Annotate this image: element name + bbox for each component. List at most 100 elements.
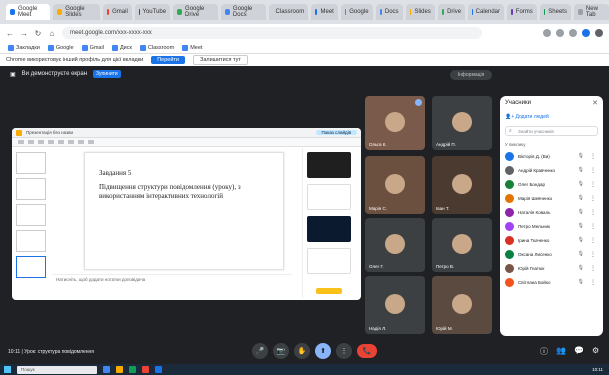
participant-video-tile[interactable]: Олег Г. xyxy=(365,218,425,272)
chat-icon[interactable]: 💬 xyxy=(574,346,584,357)
slide-thumbnail[interactable] xyxy=(16,204,46,226)
home-icon[interactable]: ⌂ xyxy=(48,29,56,38)
participant-search-input[interactable]: ⌕ Знайти учасників xyxy=(505,126,598,136)
participant-row[interactable]: Марія Шевченко 🎙 ⋮ xyxy=(505,193,598,203)
more-options-icon[interactable]: ⋮ xyxy=(590,279,596,286)
chrome-icon[interactable] xyxy=(103,366,110,373)
more-options-icon[interactable]: ⋮ xyxy=(590,265,596,272)
participant-row[interactable]: Оксана Лисенко 🎙 ⋮ xyxy=(505,249,598,259)
toolbar-tool[interactable] xyxy=(78,140,84,144)
bookmark-item[interactable]: Диск xyxy=(111,44,132,51)
participant-row[interactable]: Вікторія Д. (Ви) 🎙 ⋮ xyxy=(505,151,598,161)
bookmark-item[interactable]: Meet xyxy=(182,44,202,51)
infobar-secondary-button[interactable]: Залишитися тут xyxy=(193,55,248,65)
extension-icon[interactable] xyxy=(556,29,564,37)
browser-tab[interactable]: Sheets xyxy=(539,4,571,20)
browser-tab[interactable]: Classroom xyxy=(268,4,309,20)
participant-video-tile[interactable]: Надія Л. xyxy=(365,276,425,334)
more-options-icon[interactable]: ⋮ xyxy=(590,195,596,202)
browser-tab[interactable]: Google Slides xyxy=(53,4,101,20)
theme-option[interactable] xyxy=(307,216,351,242)
mic-muted-icon[interactable]: 🎙 xyxy=(578,251,584,257)
theme-option[interactable] xyxy=(307,248,351,274)
bookmark-item[interactable]: Classroom xyxy=(139,44,174,51)
browser-tab[interactable]: Drive xyxy=(437,4,466,20)
infobar-primary-button[interactable]: Перейти xyxy=(151,56,185,64)
close-icon[interactable]: ✕ xyxy=(592,99,598,107)
microphone-button[interactable]: 🎤 xyxy=(252,343,268,359)
mic-muted-icon[interactable]: 🎙 xyxy=(578,153,584,159)
browser-tab[interactable]: Google Docs xyxy=(220,4,266,20)
browser-tab[interactable]: New Tab xyxy=(573,4,609,20)
app-icon[interactable] xyxy=(155,366,162,373)
toolbar-tool[interactable] xyxy=(28,140,34,144)
leave-call-button[interactable]: 📞 xyxy=(357,344,377,358)
meeting-info-pill[interactable]: Інформація xyxy=(450,70,492,80)
bookmark-item[interactable]: Закладки xyxy=(8,44,40,51)
windows-start-icon[interactable] xyxy=(4,366,11,373)
speaker-notes[interactable]: Натисніть, щоб додати нотатки доповідача xyxy=(52,274,292,286)
participant-video-tile[interactable]: Петро В. xyxy=(432,218,492,272)
theme-option[interactable] xyxy=(307,184,351,210)
toolbar-tool[interactable] xyxy=(18,140,24,144)
forward-icon[interactable]: → xyxy=(20,29,28,38)
browser-tab[interactable]: Forms xyxy=(507,4,537,20)
slide-thumbnail[interactable] xyxy=(16,230,46,252)
toolbar-tool[interactable] xyxy=(48,140,54,144)
extension-icon[interactable] xyxy=(569,29,577,37)
more-options-icon[interactable]: ⋮ xyxy=(590,209,596,216)
people-icon[interactable]: 👥 xyxy=(556,346,566,357)
participant-row[interactable]: Світлана Бойко 🎙 ⋮ xyxy=(505,277,598,287)
activities-icon[interactable]: ⚙ xyxy=(592,346,599,357)
mic-muted-icon[interactable]: 🎙 xyxy=(578,237,584,243)
more-options-icon[interactable]: ⋮ xyxy=(590,153,596,160)
mic-muted-icon[interactable]: 🎙 xyxy=(578,195,584,201)
toolbar-tool[interactable] xyxy=(38,140,44,144)
browser-tab[interactable]: Google Drive xyxy=(173,4,218,20)
participant-video-tile[interactable]: Юрій М. xyxy=(432,276,492,334)
toolbar-tool[interactable] xyxy=(68,140,74,144)
more-options-button[interactable]: ⋮ xyxy=(336,343,352,359)
more-options-icon[interactable]: ⋮ xyxy=(590,237,596,244)
participant-row[interactable]: Юрій Гнатюк 🎙 ⋮ xyxy=(505,263,598,273)
browser-tab[interactable]: Slides xyxy=(405,4,435,20)
app-icon[interactable] xyxy=(142,366,149,373)
browser-tab[interactable]: Meet xyxy=(311,4,338,20)
slide-body-text[interactable]: Підвищення структури повідомлення (уроку… xyxy=(99,183,269,200)
bookmark-item[interactable]: Google xyxy=(47,44,74,51)
import-theme-button[interactable] xyxy=(316,288,342,294)
raise-hand-button[interactable]: ✋ xyxy=(294,343,310,359)
slide-thumbnail-selected[interactable] xyxy=(16,256,46,278)
browser-tab[interactable]: Google Meet xyxy=(6,4,51,20)
presentation-title[interactable]: Презентація без назви xyxy=(26,130,73,135)
profile-avatar[interactable] xyxy=(582,29,590,37)
more-options-icon[interactable]: ⋮ xyxy=(590,251,596,258)
slide-heading[interactable]: Завдання 5 xyxy=(99,169,131,177)
browser-tab[interactable]: YouTube xyxy=(134,4,171,20)
theme-option[interactable] xyxy=(307,152,351,178)
back-icon[interactable]: ← xyxy=(6,29,14,38)
mic-muted-icon[interactable]: 🎙 xyxy=(578,181,584,187)
participant-video-tile[interactable]: Іван Т. xyxy=(432,156,492,214)
slideshow-button[interactable]: Показ слайдів xyxy=(315,130,357,135)
participant-video-tile[interactable]: Марія С. xyxy=(365,156,425,214)
more-options-icon[interactable]: ⋮ xyxy=(590,167,596,174)
toolbar-tool[interactable] xyxy=(88,140,94,144)
mic-muted-icon[interactable]: 🎙 xyxy=(578,223,584,229)
explorer-icon[interactable] xyxy=(116,366,123,373)
extension-icon[interactable] xyxy=(543,29,551,37)
participant-row[interactable]: Ірина Ткаченко 🎙 ⋮ xyxy=(505,235,598,245)
slide-canvas[interactable]: Завдання 5 Підвищення структури повідомл… xyxy=(84,152,284,270)
participant-row[interactable]: Олег Бондар 🎙 ⋮ xyxy=(505,179,598,189)
browser-tab[interactable]: Gmail xyxy=(103,4,132,20)
browser-tab[interactable]: Google xyxy=(340,4,373,20)
slide-thumbnail[interactable] xyxy=(16,178,46,200)
participant-video-tile[interactable]: Андрій П. xyxy=(432,96,492,150)
participant-row[interactable]: Андрій Кравченко 🎙 ⋮ xyxy=(505,165,598,175)
more-options-icon[interactable]: ⋮ xyxy=(590,181,596,188)
participant-row[interactable]: Петро Мельник 🎙 ⋮ xyxy=(505,221,598,231)
address-bar[interactable]: meet.google.com/xxx-xxxx-xxx xyxy=(62,27,482,39)
add-people-button[interactable]: 👤+ Додати людей xyxy=(505,114,598,120)
reload-icon[interactable]: ↻ xyxy=(34,29,42,38)
present-button[interactable]: ⬆ xyxy=(315,343,331,359)
